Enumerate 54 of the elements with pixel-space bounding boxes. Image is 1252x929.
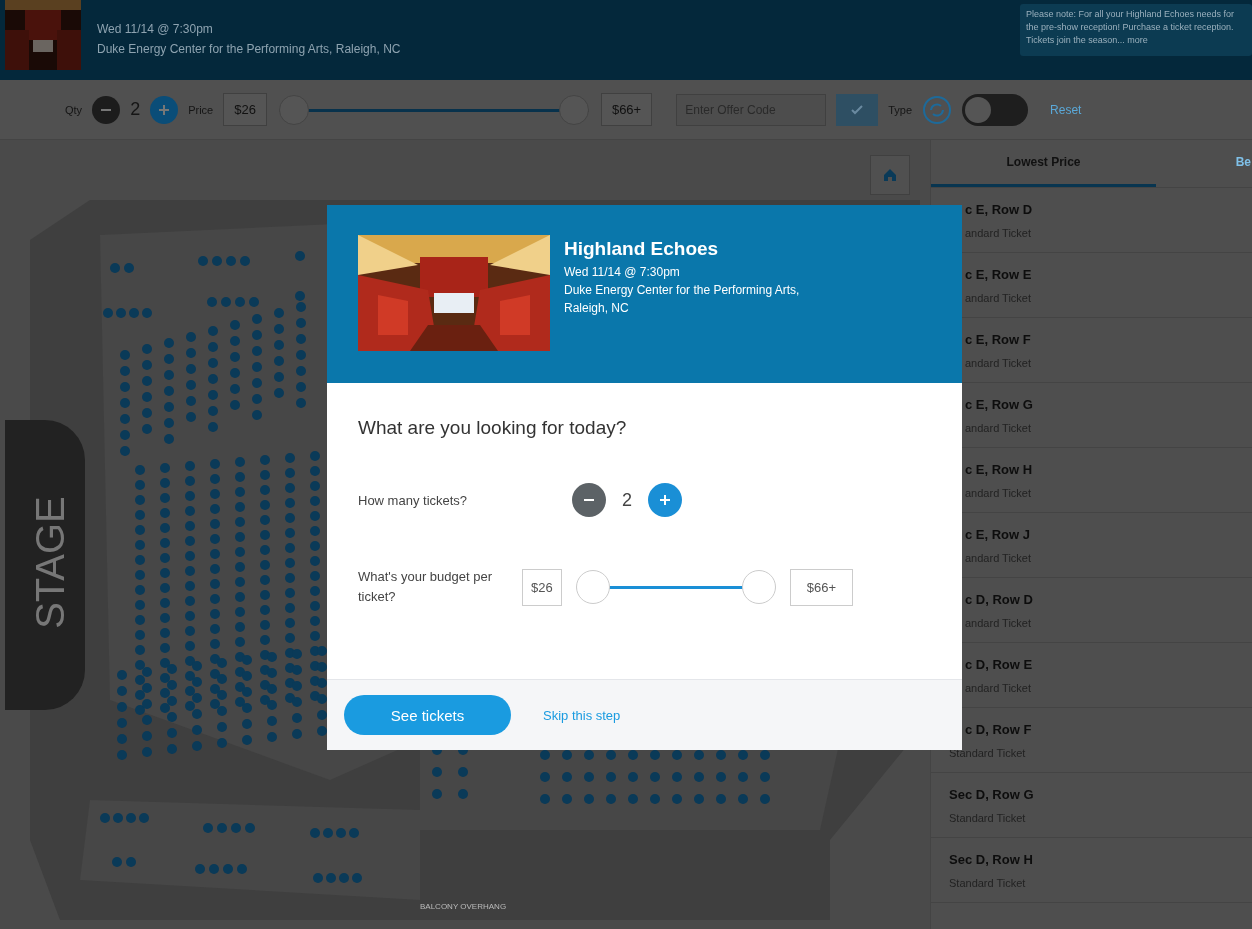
event-date: Wed 11/14 @ 7:30pm (564, 265, 681, 279)
qty-value: 2 (130, 99, 141, 120)
toggle-switch[interactable] (962, 93, 1029, 126)
min-price-field[interactable]: $26 (522, 568, 562, 606)
qty-label: Qty (65, 103, 83, 116)
section-row-text: Sec D, Row G (949, 786, 1035, 802)
decrease-button[interactable] (572, 483, 606, 517)
budget-label: What's your budget per ticket? (358, 568, 493, 606)
section-row-text: c E, Row H (964, 461, 1034, 477)
sort-tab[interactable]: Be (1156, 140, 1252, 187)
event-title: Highland Echoes (564, 238, 720, 260)
min-price-field[interactable]: $26 (223, 93, 267, 126)
sort-tab[interactable]: Lowest Price (931, 140, 1156, 187)
question-heading: What are you looking for today? (358, 417, 628, 439)
home-icon (882, 167, 898, 183)
event-date: Wed 11/14 @ 7:30pm (97, 22, 214, 36)
tickets-label: How many tickets? (358, 492, 469, 508)
section-row-text: c E, Row D (964, 201, 1034, 217)
section-row-text: c D, Row E (964, 656, 1034, 672)
section-row-text: c E, Row E (964, 266, 1033, 282)
see-tickets-button[interactable]: See tickets (344, 695, 511, 735)
type-label: Type (888, 103, 913, 116)
price-slider[interactable] (278, 94, 589, 125)
event-city: Raleigh, NC (564, 301, 630, 315)
slider-thumb[interactable] (558, 94, 589, 125)
balcony-overhang-label: BALCONY OVERHANG (420, 902, 507, 911)
refresh-icon[interactable] (922, 94, 953, 125)
skip-link[interactable]: Skip this step (543, 707, 621, 723)
section-row-text: c D, Row D (964, 591, 1034, 607)
plus-icon (159, 104, 170, 115)
check-icon (851, 104, 864, 115)
section-row-text: c E, Row G (964, 396, 1034, 412)
increase-button[interactable] (150, 95, 179, 124)
minus-icon (584, 499, 594, 501)
home-button[interactable] (870, 155, 910, 195)
increase-button[interactable] (648, 483, 682, 517)
section-row-text: Sec D, Row H (949, 851, 1034, 867)
section-row-text: c D, Row F (964, 721, 1033, 737)
section-row-text: c E, Row F (964, 331, 1032, 347)
ticket-count: 2 (622, 489, 632, 511)
minus-icon (101, 108, 112, 111)
slider-thumb[interactable] (278, 94, 309, 125)
apply-button[interactable] (836, 93, 879, 126)
max-price-field[interactable]: $66+ (600, 93, 653, 126)
notice-text: Please note: For all your Highland Echoes needs for the pre-show reception! Purchase a ticket reception. Tickets join the season... more (1020, 4, 1252, 56)
decrease-button[interactable] (92, 95, 121, 124)
event-venue: Duke Energy Center for the Performing Arts, Raleigh, NC (97, 42, 401, 56)
event-venue: Duke Energy Center for the Performing Arts, (564, 283, 800, 297)
price-label: Price (188, 103, 214, 116)
max-price-field[interactable]: $66+ (789, 568, 853, 606)
section-row-text: c E, Row J (964, 526, 1032, 542)
reset-link[interactable]: Reset (1050, 102, 1082, 117)
stage-label: STAGE (27, 495, 73, 631)
plus-icon (660, 495, 670, 505)
